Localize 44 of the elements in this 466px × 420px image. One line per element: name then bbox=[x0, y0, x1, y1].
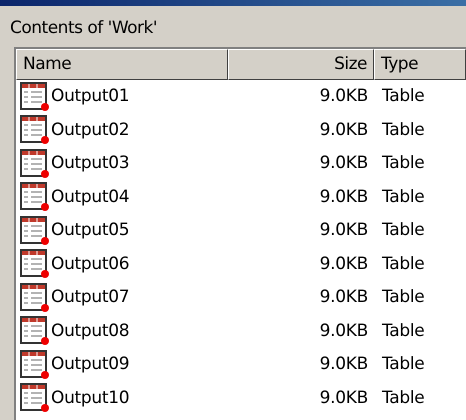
file-size: 9.0KB bbox=[320, 186, 368, 206]
file-name[interactable]: Output03 bbox=[51, 151, 130, 176]
file-size: 9.0KB bbox=[320, 388, 368, 408]
table-icon bbox=[20, 115, 49, 146]
file-name[interactable]: Output04 bbox=[51, 184, 130, 210]
table-icon bbox=[20, 350, 49, 380]
file-type: Table bbox=[382, 120, 424, 140]
file-size: 9.0KB bbox=[320, 254, 368, 274]
file-size: 9.0KB bbox=[320, 320, 368, 340]
file-size: 9.0KB bbox=[320, 86, 368, 106]
file-type: Table bbox=[382, 86, 424, 106]
file-type: Table bbox=[382, 254, 424, 274]
file-name[interactable]: Output09 bbox=[51, 352, 130, 378]
file-type: Table bbox=[382, 186, 424, 206]
file-name[interactable]: Output05 bbox=[51, 218, 130, 244]
file-name[interactable]: Output06 bbox=[51, 252, 130, 277]
file-type: Table bbox=[382, 287, 424, 307]
file-name[interactable]: Output07 bbox=[51, 285, 130, 310]
table-icon bbox=[20, 148, 49, 179]
table-icon bbox=[20, 249, 49, 280]
column-header[interactable]: Name bbox=[16, 49, 228, 80]
file-size: 9.0KB bbox=[320, 120, 368, 140]
file-size: 9.0KB bbox=[320, 354, 368, 374]
file-type: Table bbox=[382, 320, 424, 340]
file-type: Table bbox=[382, 220, 424, 240]
column-header[interactable]: Size bbox=[228, 49, 374, 80]
table-icon bbox=[20, 316, 49, 346]
column-header[interactable]: Type bbox=[374, 49, 466, 80]
table-icon bbox=[20, 216, 49, 246]
table-icon bbox=[20, 383, 49, 414]
panel-title: Contents of 'Work' bbox=[10, 18, 158, 38]
file-size: 9.0KB bbox=[320, 220, 368, 240]
file-name[interactable]: Output02 bbox=[51, 118, 130, 143]
file-type: Table bbox=[382, 388, 424, 408]
table-icon bbox=[20, 282, 49, 313]
table-icon bbox=[20, 82, 49, 112]
file-size: 9.0KB bbox=[320, 287, 368, 307]
file-name[interactable]: Output10 bbox=[51, 386, 130, 411]
file-type: Table bbox=[382, 354, 424, 374]
file-name[interactable]: Output01 bbox=[51, 84, 130, 110]
file-size: 9.0KB bbox=[320, 153, 368, 173]
table-icon bbox=[20, 182, 49, 212]
file-type: Table bbox=[382, 153, 424, 173]
file-name[interactable]: Output08 bbox=[51, 318, 130, 344]
